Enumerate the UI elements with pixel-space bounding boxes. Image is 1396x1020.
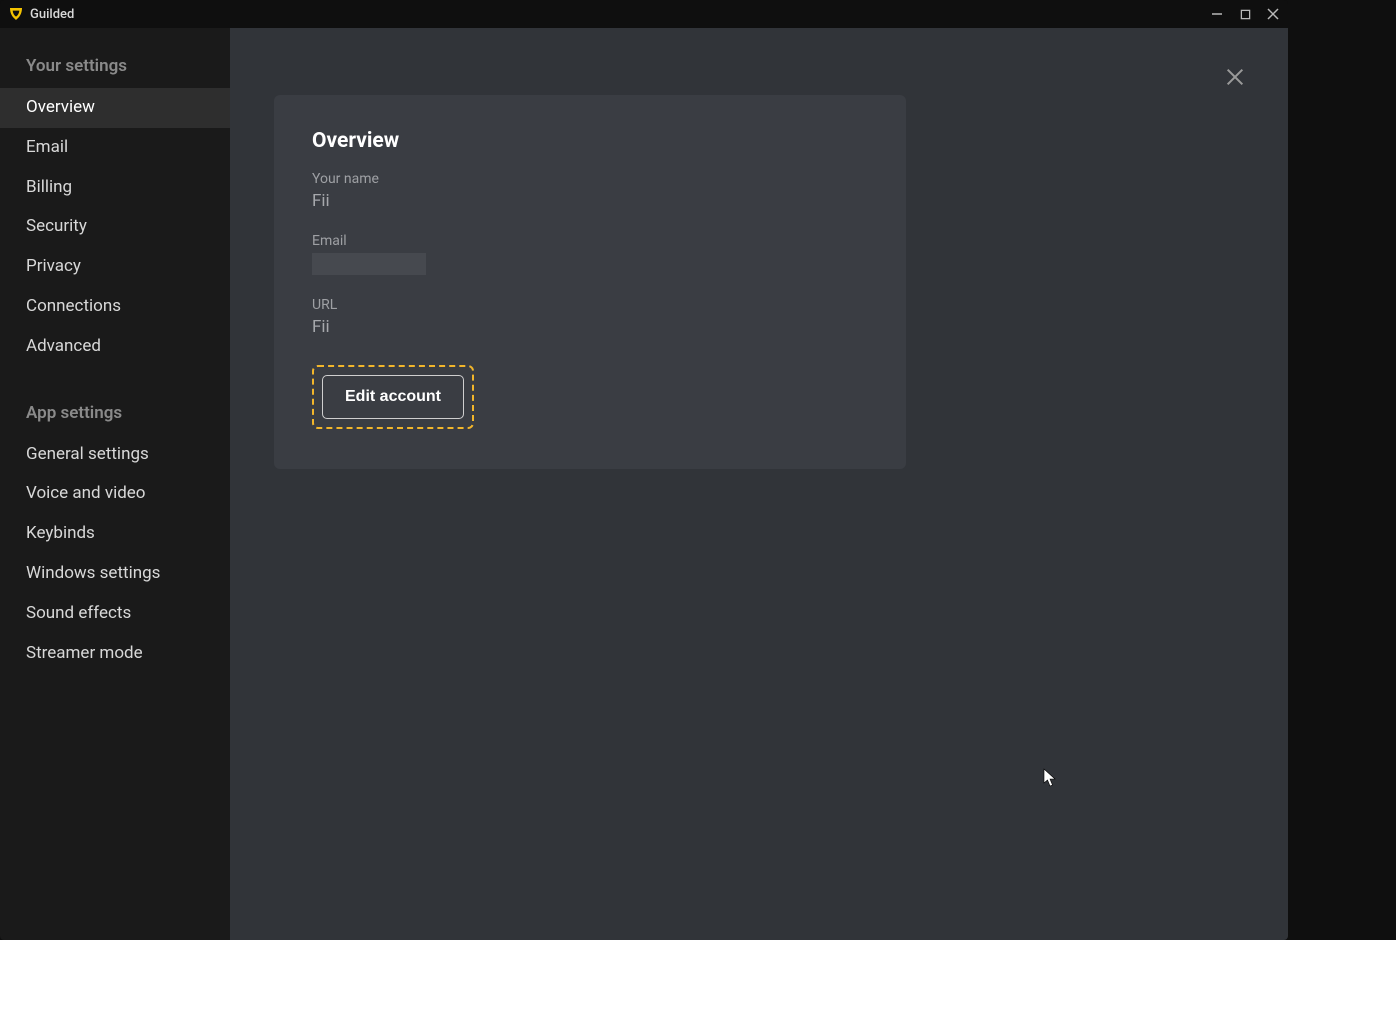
sidebar-item-label: Keybinds	[26, 523, 95, 543]
close-window-button[interactable]	[1266, 7, 1280, 21]
sidebar-item-label: Billing	[26, 177, 72, 197]
sidebar-item-email[interactable]: Email	[0, 128, 230, 168]
sidebar-item-overview[interactable]: Overview	[0, 88, 230, 128]
titlebar-left: Guilded	[8, 6, 74, 22]
field-label-name: Your name	[312, 171, 868, 187]
sidebar-item-privacy[interactable]: Privacy	[0, 247, 230, 287]
sidebar-item-label: Streamer mode	[26, 643, 143, 663]
close-settings-button[interactable]	[1222, 64, 1248, 90]
maximize-button[interactable]	[1238, 7, 1252, 21]
field-value-name: Fii	[312, 191, 868, 211]
sidebar-item-label: Connections	[26, 296, 121, 316]
field-value-email	[312, 253, 868, 275]
sidebar-item-general-settings[interactable]: General settings	[0, 435, 230, 475]
field-label-email: Email	[312, 233, 868, 249]
sidebar-item-label: Security	[26, 216, 87, 236]
sidebar-item-billing[interactable]: Billing	[0, 168, 230, 208]
sidebar-item-advanced[interactable]: Advanced	[0, 327, 230, 367]
sidebar-item-streamer-mode[interactable]: Streamer mode	[0, 634, 230, 674]
sidebar-item-sound-effects[interactable]: Sound effects	[0, 594, 230, 634]
sidebar-item-security[interactable]: Security	[0, 207, 230, 247]
app-body: Your settings Overview Email Billing Sec…	[0, 28, 1288, 940]
field-your-name: Your name Fii	[312, 171, 868, 211]
sidebar-item-windows-settings[interactable]: Windows settings	[0, 554, 230, 594]
sidebar-item-label: General settings	[26, 444, 149, 464]
overview-panel: Overview Your name Fii Email URL Fii Edi…	[274, 95, 906, 469]
titlebar-title: Guilded	[30, 7, 74, 22]
sidebar-item-voice-video[interactable]: Voice and video	[0, 474, 230, 514]
redacted-email	[312, 253, 426, 275]
window-controls	[1210, 7, 1280, 21]
edit-account-button[interactable]: Edit account	[322, 375, 464, 419]
sidebar-item-label: Sound effects	[26, 603, 131, 623]
sidebar-section-title-your-settings: Your settings	[0, 48, 230, 88]
sidebar-item-label: Voice and video	[26, 483, 146, 503]
sidebar-item-connections[interactable]: Connections	[0, 287, 230, 327]
panel-title: Overview	[312, 129, 868, 153]
field-label-url: URL	[312, 297, 868, 313]
page-background-pad	[0, 940, 1396, 1020]
field-url: URL Fii	[312, 297, 868, 337]
sidebar-item-keybinds[interactable]: Keybinds	[0, 514, 230, 554]
edit-account-highlight: Edit account	[312, 365, 474, 429]
sidebar-item-label: Privacy	[26, 256, 81, 276]
sidebar-section-title-app-settings: App settings	[0, 395, 230, 435]
sidebar-item-label: Email	[26, 137, 68, 157]
main-content: Overview Your name Fii Email URL Fii Edi…	[230, 28, 1288, 940]
app-window: Guilded Your settings Overview Email Bil…	[0, 0, 1288, 940]
field-value-url: Fii	[312, 317, 868, 337]
field-email: Email	[312, 233, 868, 275]
sidebar-spacer	[0, 367, 230, 395]
sidebar-item-label: Windows settings	[26, 563, 160, 583]
sidebar-item-label: Advanced	[26, 336, 101, 356]
guilded-logo-icon	[8, 6, 24, 22]
sidebar-item-label: Overview	[26, 97, 95, 117]
settings-sidebar: Your settings Overview Email Billing Sec…	[0, 28, 230, 940]
minimize-button[interactable]	[1210, 7, 1224, 21]
titlebar: Guilded	[0, 0, 1288, 28]
